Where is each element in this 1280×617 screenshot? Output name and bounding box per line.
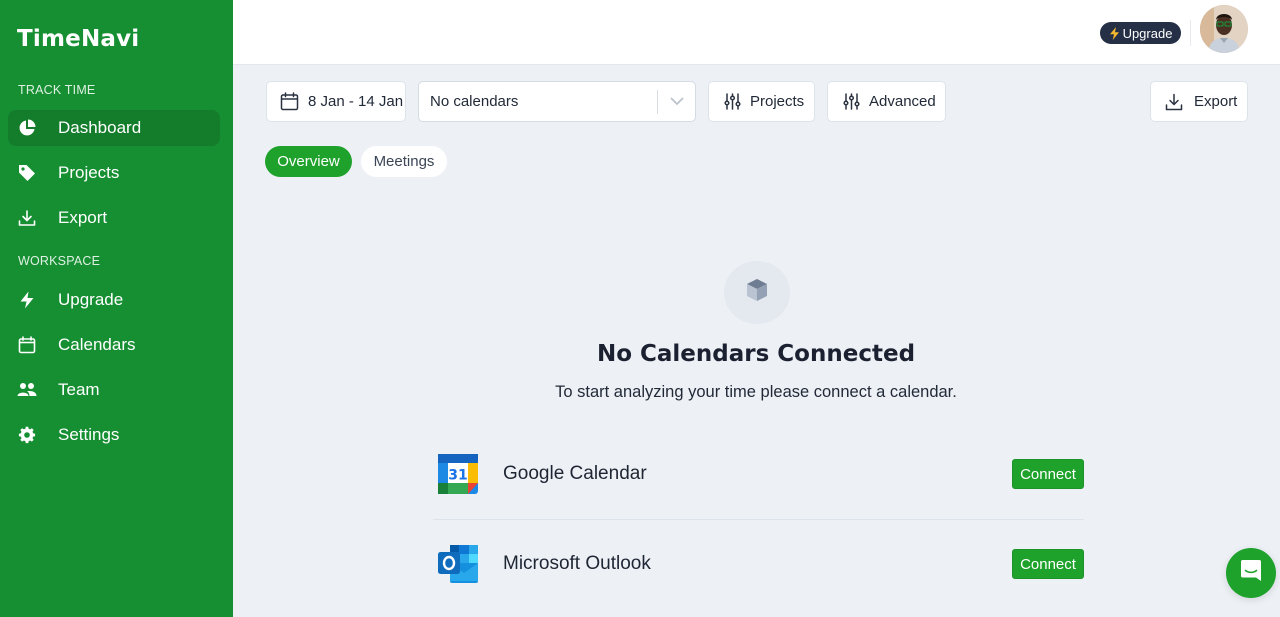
upgrade-button[interactable]: Upgrade xyxy=(1100,22,1181,44)
chat-icon xyxy=(1240,559,1262,588)
sidebar-item-upgrade[interactable]: Upgrade xyxy=(8,282,220,318)
sidebar-item-team[interactable]: Team xyxy=(8,372,220,408)
outlook-icon xyxy=(437,543,479,585)
sidebar-item-label: Export xyxy=(58,208,108,227)
sidebar-item-calendars[interactable]: Calendars xyxy=(8,327,220,363)
download-icon xyxy=(1165,93,1183,111)
empty-state-subtitle: To start analyzing your time please conn… xyxy=(555,383,957,401)
sidebar-item-label: Calendars xyxy=(58,335,136,354)
upgrade-label: Upgrade xyxy=(1122,25,1173,41)
svg-text:31: 31 xyxy=(448,468,467,484)
date-range-label: 8 Jan - 14 Jan xyxy=(308,93,404,110)
connect-microsoft-outlook-button[interactable]: Connect xyxy=(1012,549,1084,579)
download-icon xyxy=(17,208,37,228)
tab-overview[interactable]: Overview xyxy=(265,146,352,177)
provider-name: Google Calendar xyxy=(503,463,647,484)
sidebar-item-label: Team xyxy=(58,380,100,399)
users-icon xyxy=(17,380,37,400)
date-range-picker[interactable]: 8 Jan - 14 Jan xyxy=(266,81,406,122)
empty-state-title: No Calendars Connected xyxy=(596,341,916,367)
chevron-down-icon[interactable] xyxy=(658,97,695,106)
sidebar-item-export[interactable]: Export xyxy=(8,200,220,236)
provider-row-microsoft-outlook: Microsoft Outlook Connect xyxy=(433,534,1084,594)
tag-icon xyxy=(17,163,37,183)
sidebar-item-label: Upgrade xyxy=(58,290,124,309)
advanced-filter-button[interactable]: Advanced xyxy=(827,81,946,122)
gear-icon xyxy=(17,425,37,445)
projects-filter-button[interactable]: Projects xyxy=(708,81,815,122)
lightning-icon xyxy=(17,290,37,310)
provider-row-google-calendar: 31 Google Calendar Connect xyxy=(433,444,1084,504)
avatar[interactable] xyxy=(1200,5,1248,53)
section-label-workspace: WORKSPACE xyxy=(18,254,101,268)
export-button[interactable]: Export xyxy=(1150,81,1248,122)
header-divider xyxy=(1190,20,1191,46)
advanced-filter-label: Advanced xyxy=(869,93,936,110)
app-logo[interactable]: TimeNavi xyxy=(17,26,139,52)
sidebar: TimeNavi TRACK TIME Dashboard Projects E… xyxy=(0,0,233,617)
sidebar-item-label: Dashboard xyxy=(58,118,142,137)
calendar-icon xyxy=(17,335,37,355)
sliders-icon xyxy=(843,93,860,110)
projects-filter-label: Projects xyxy=(750,93,805,110)
lightning-icon xyxy=(1109,26,1120,40)
sliders-icon xyxy=(724,93,741,110)
cube-icon xyxy=(746,278,768,307)
sidebar-item-settings[interactable]: Settings xyxy=(8,417,220,453)
sidebar-item-projects[interactable]: Projects xyxy=(8,155,220,191)
connect-google-calendar-button[interactable]: Connect xyxy=(1012,459,1084,489)
sidebar-item-label: Projects xyxy=(58,163,120,182)
calendar-select[interactable]: No calendars xyxy=(418,81,696,122)
provider-divider xyxy=(433,519,1084,520)
empty-state-illustration xyxy=(724,261,790,324)
sidebar-item-label: Settings xyxy=(58,425,120,444)
chat-widget-button[interactable] xyxy=(1226,548,1276,598)
google-calendar-icon: 31 xyxy=(437,453,479,495)
provider-name: Microsoft Outlook xyxy=(503,553,651,574)
pie-chart-icon xyxy=(17,118,37,138)
calendar-icon xyxy=(280,92,299,111)
calendar-select-value: No calendars xyxy=(430,93,519,110)
tab-meetings[interactable]: Meetings xyxy=(361,146,447,177)
export-label: Export xyxy=(1194,93,1238,110)
sidebar-item-dashboard[interactable]: Dashboard xyxy=(8,110,220,146)
section-label-track-time: TRACK TIME xyxy=(18,83,96,97)
